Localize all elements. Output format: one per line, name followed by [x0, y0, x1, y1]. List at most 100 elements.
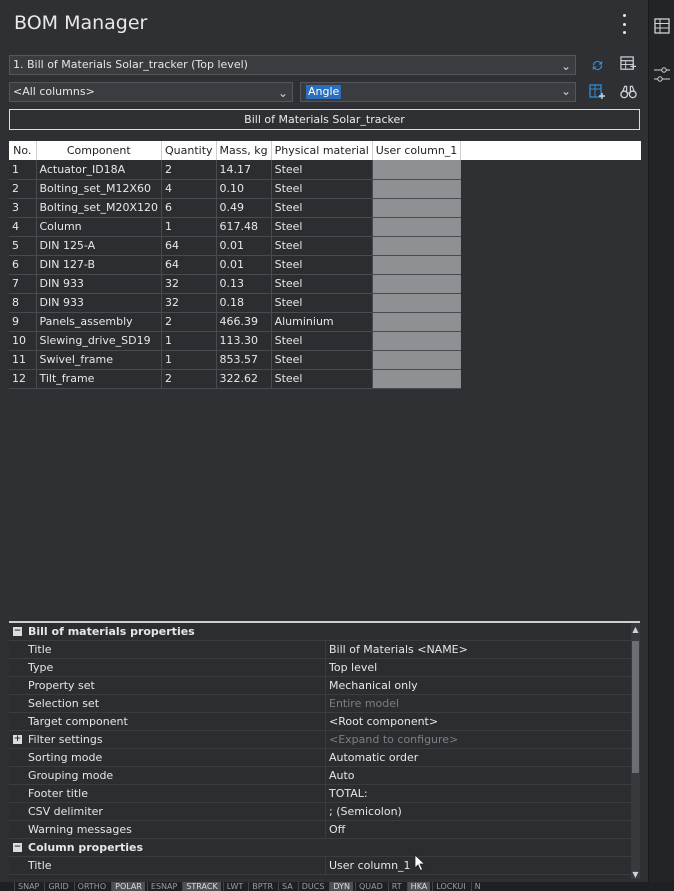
cell-no[interactable]: 11 — [9, 350, 37, 370]
header-component[interactable]: Component — [36, 141, 162, 160]
cell-no[interactable]: 1 — [9, 160, 37, 180]
property-value[interactable]: User column_1 — [329, 857, 411, 875]
cell-component[interactable]: DIN 127-B — [36, 255, 162, 275]
cell-mass[interactable]: 0.18 — [216, 293, 272, 313]
cell-no[interactable]: 2 — [9, 179, 37, 199]
cell-quantity[interactable]: 64 — [161, 236, 217, 256]
cell-user-column[interactable] — [372, 217, 462, 237]
table-row[interactable]: 9 Panels_assembly 2 466.39 Aluminium — [9, 312, 462, 332]
status-toggle[interactable]: ORTHO — [73, 882, 109, 891]
cell-no[interactable]: 12 — [9, 369, 37, 389]
property-row[interactable]: Sorting mode Automatic order — [9, 749, 640, 767]
status-toggle[interactable]: GRID — [44, 882, 71, 891]
cell-user-column[interactable] — [372, 255, 462, 275]
cell-quantity[interactable]: 32 — [161, 293, 217, 313]
status-toggle[interactable]: HKA — [406, 882, 431, 891]
status-toggle[interactable]: QUAD — [355, 882, 386, 891]
property-value[interactable]: Off — [329, 821, 345, 839]
cell-component[interactable]: Actuator_ID18A — [36, 160, 162, 180]
cell-mass[interactable]: 14.17 — [216, 160, 272, 180]
table-row[interactable]: 10 Slewing_drive_SD19 1 113.30 Steel — [9, 331, 462, 351]
header-user-column[interactable]: User column_1 — [372, 141, 462, 160]
sliders-icon[interactable] — [654, 64, 670, 90]
scroll-up-icon[interactable]: ▲ — [631, 625, 640, 634]
cell-mass[interactable]: 853.57 — [216, 350, 272, 370]
cell-component[interactable]: DIN 125-A — [36, 236, 162, 256]
section-bom-properties[interactable]: − Bill of materials properties — [9, 623, 640, 641]
cell-material[interactable]: Steel — [271, 331, 373, 351]
scrollbar-thumb[interactable] — [632, 641, 639, 773]
cell-material[interactable]: Aluminium — [271, 312, 373, 332]
cell-component[interactable]: DIN 933 — [36, 274, 162, 294]
cell-no[interactable]: 7 — [9, 274, 37, 294]
cell-quantity[interactable]: 64 — [161, 255, 217, 275]
column-value-select[interactable]: Angle ⌄ — [300, 82, 576, 102]
properties-scrollbar[interactable]: ▲ ▼ — [631, 623, 640, 879]
cell-user-column[interactable] — [372, 331, 462, 351]
cell-material[interactable]: Steel — [271, 293, 373, 313]
spreadsheet-icon[interactable] — [654, 18, 670, 38]
cell-quantity[interactable]: 1 — [161, 331, 217, 351]
property-value[interactable]: <Root component> — [329, 713, 438, 731]
status-toggle[interactable]: DYN — [329, 882, 353, 891]
cell-component[interactable]: Bolting_set_M12X60 — [36, 179, 162, 199]
property-row[interactable]: Type Top level — [9, 659, 640, 677]
status-toggle[interactable]: STRACK — [182, 882, 221, 891]
cell-user-column[interactable] — [372, 274, 462, 294]
insert-column-icon[interactable] — [586, 82, 608, 102]
property-value[interactable]: Automatic order — [329, 749, 418, 767]
cell-material[interactable]: Steel — [271, 350, 373, 370]
scroll-down-icon[interactable]: ▼ — [631, 870, 640, 879]
cell-quantity[interactable]: 4 — [161, 179, 217, 199]
status-toggle[interactable]: POLAR — [111, 882, 145, 891]
property-value[interactable]: Entire model — [329, 695, 399, 713]
cell-quantity[interactable]: 2 — [161, 369, 217, 389]
cell-material[interactable]: Steel — [271, 369, 373, 389]
cell-component[interactable]: DIN 933 — [36, 293, 162, 313]
cell-no[interactable]: 10 — [9, 331, 37, 351]
property-value[interactable]: Bill of Materials <NAME> — [329, 641, 468, 659]
cell-mass[interactable]: 617.48 — [216, 217, 272, 237]
find-icon[interactable] — [617, 82, 639, 102]
status-toggle[interactable]: LOCKUI — [432, 882, 468, 891]
columns-select[interactable]: <All columns> ⌄ — [9, 82, 293, 102]
expand-icon[interactable]: + — [13, 735, 22, 744]
cell-mass[interactable]: 0.49 — [216, 198, 272, 218]
cell-mass[interactable]: 0.10 — [216, 179, 272, 199]
cell-user-column[interactable] — [372, 160, 462, 180]
property-row[interactable]: Target component <Root component> — [9, 713, 640, 731]
cell-quantity[interactable]: 1 — [161, 350, 217, 370]
cell-no[interactable]: 5 — [9, 236, 37, 256]
collapse-icon[interactable]: − — [13, 843, 22, 852]
property-row[interactable]: Title User column_1 — [9, 857, 640, 875]
refresh-icon[interactable] — [586, 55, 608, 75]
property-value[interactable]: <Expand to configure> — [329, 731, 458, 749]
cell-component[interactable]: Panels_assembly — [36, 312, 162, 332]
table-row[interactable]: 3 Bolting_set_M20X120 6 0.49 Steel — [9, 198, 462, 218]
cell-component[interactable]: Swivel_frame — [36, 350, 162, 370]
property-value[interactable]: TOTAL: — [329, 785, 368, 803]
property-row[interactable]: Grouping mode Auto — [9, 767, 640, 785]
collapse-icon[interactable]: − — [13, 627, 22, 636]
status-toggle[interactable]: SNAP — [14, 882, 42, 891]
cell-material[interactable]: Steel — [271, 236, 373, 256]
cell-material[interactable]: Steel — [271, 274, 373, 294]
cell-no[interactable]: 9 — [9, 312, 37, 332]
cell-material[interactable]: Steel — [271, 198, 373, 218]
cell-no[interactable]: 8 — [9, 293, 37, 313]
cell-mass[interactable]: 466.39 — [216, 312, 272, 332]
more-options-icon[interactable] — [616, 14, 632, 34]
property-row[interactable]: Title Bill of Materials <NAME> — [9, 641, 640, 659]
property-row[interactable]: Property set Mechanical only — [9, 677, 640, 695]
cell-mass[interactable]: 0.01 — [216, 236, 272, 256]
table-row[interactable]: 1 Actuator_ID18A 2 14.17 Steel — [9, 160, 462, 180]
cell-component[interactable]: Tilt_frame — [36, 369, 162, 389]
table-row[interactable]: 12 Tilt_frame 2 322.62 Steel — [9, 369, 462, 389]
property-row[interactable]: CSV delimiter ; (Semicolon) — [9, 803, 640, 821]
cell-component[interactable]: Slewing_drive_SD19 — [36, 331, 162, 351]
cell-quantity[interactable]: 32 — [161, 274, 217, 294]
table-row[interactable]: 6 DIN 127-B 64 0.01 Steel — [9, 255, 462, 275]
header-material[interactable]: Physical material — [271, 141, 373, 160]
table-row[interactable]: 11 Swivel_frame 1 853.57 Steel — [9, 350, 462, 370]
cell-user-column[interactable] — [372, 350, 462, 370]
